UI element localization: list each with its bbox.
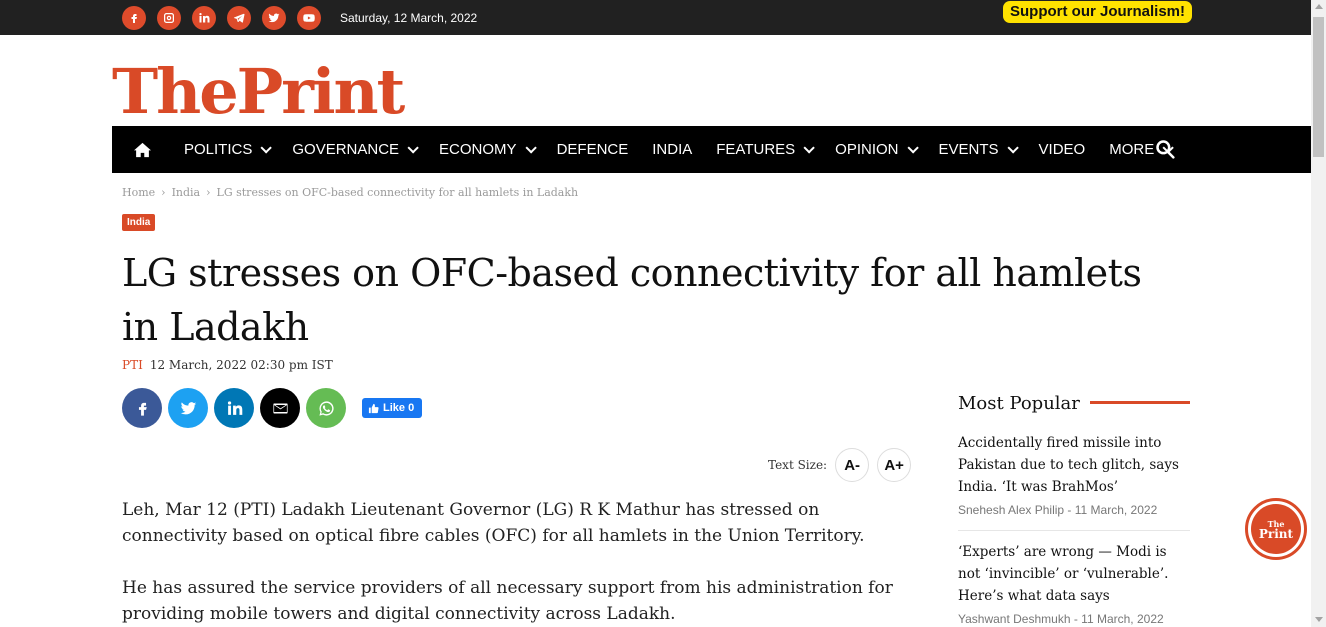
floating-logo-button[interactable]: The Print: [1245, 498, 1307, 560]
popular-item-date: 11 March, 2022: [1081, 612, 1164, 626]
divider: [958, 530, 1190, 531]
youtube-icon[interactable]: [297, 6, 321, 30]
nav-item-opinion[interactable]: OPINION: [823, 126, 926, 173]
chevron-down-icon: [906, 141, 919, 154]
chevron-down-icon: [1006, 141, 1019, 154]
linkedin-icon[interactable]: [192, 6, 216, 30]
popular-item-meta: Snehesh Alex Philip - 11 March, 2022: [958, 503, 1158, 517]
popular-item[interactable]: Accidentally fired missile into Pakistan…: [958, 432, 1183, 517]
nav-item-label: ECONOMY: [439, 141, 517, 158]
current-date: Saturday, 12 March, 2022: [340, 11, 478, 25]
instagram-icon[interactable]: [157, 6, 181, 30]
byline: PTI 12 March, 2022 02:30 pm IST: [122, 358, 333, 372]
author-link[interactable]: PTI: [122, 358, 143, 372]
popular-item-meta: Yashwant Deshmukh - 11 March, 2022: [958, 612, 1164, 626]
nav-item-label: GOVERNANCE: [292, 141, 400, 158]
scrollbar[interactable]: [1311, 0, 1326, 627]
breadcrumb-section[interactable]: India: [172, 186, 201, 199]
popular-item-date: 11 March, 2022: [1074, 503, 1158, 517]
heading-rule: [1090, 401, 1190, 404]
top-bar: Saturday, 12 March, 2022 Support our Jou…: [0, 0, 1311, 35]
popular-item-title[interactable]: ‘Experts’ are wrong — Modi is not ‘invin…: [958, 541, 1183, 607]
share-email-icon[interactable]: [260, 388, 300, 428]
floating-logo-print: Print: [1258, 527, 1294, 541]
logo-the: The: [112, 55, 239, 128]
text-size-label: Text Size:: [768, 458, 828, 472]
nav-item-label: DEFENCE: [556, 141, 629, 158]
telegram-icon[interactable]: [227, 6, 251, 30]
article-paragraph: He has assured the service providers of …: [122, 578, 893, 624]
chevron-down-icon: [525, 141, 537, 154]
chevron-down-icon: [407, 141, 419, 154]
article-paragraph: Leh, Mar 12 (PTI) Ladakh Lieutenant Gove…: [122, 500, 865, 546]
nav-item-label: FEATURES: [716, 141, 796, 158]
search-icon[interactable]: [1155, 139, 1177, 161]
breadcrumb-separator: ›: [161, 186, 166, 199]
category-badge[interactable]: India: [122, 214, 156, 231]
most-popular-heading: Most Popular: [958, 393, 1080, 414]
nav-item-label: OPINION: [835, 141, 899, 158]
main-nav: POLITICS GOVERNANCE ECONOMY DEFENCE INDIA FEA…: [112, 126, 1311, 173]
breadcrumb-home[interactable]: Home: [122, 186, 155, 199]
decrease-text-button[interactable]: A-: [835, 448, 870, 482]
site-logo[interactable]: ThePrint: [112, 55, 406, 128]
popular-item[interactable]: ‘Experts’ are wrong — Modi is not ‘invin…: [958, 541, 1183, 626]
floating-logo-badge: The Print: [1251, 504, 1301, 554]
nav-item-label: VIDEO: [1038, 141, 1086, 158]
facebook-icon[interactable]: [122, 6, 146, 30]
increase-text-button[interactable]: A+: [877, 448, 912, 482]
facebook-like-label: Like 0: [383, 402, 415, 414]
popular-item-author[interactable]: Yashwant Deshmukh: [958, 612, 1071, 626]
nav-item-politics[interactable]: POLITICS: [172, 126, 280, 173]
nav-item-features[interactable]: FEATURES: [704, 126, 823, 173]
breadcrumb-separator: ›: [206, 186, 211, 199]
publish-date: 12 March, 2022 02:30 pm IST: [149, 358, 333, 372]
scroll-up-icon[interactable]: [1315, 4, 1323, 9]
nav-item-events[interactable]: EVENTS: [927, 126, 1027, 173]
nav-item-india[interactable]: INDIA: [640, 126, 704, 173]
chevron-down-icon: [803, 141, 815, 154]
thumbs-up-icon: [368, 403, 379, 413]
home-icon[interactable]: [112, 126, 172, 173]
popular-item-author[interactable]: Snehesh Alex Philip: [958, 503, 1064, 517]
twitter-icon[interactable]: [262, 6, 286, 30]
logo-print: Print: [236, 55, 406, 128]
nav-item-defence[interactable]: DEFENCE: [545, 126, 641, 173]
popular-item-title[interactable]: Accidentally fired missile into Pakistan…: [958, 432, 1183, 498]
text-size-control: Text Size: A- A+: [768, 448, 912, 482]
share-twitter-icon[interactable]: [168, 388, 208, 428]
share-bar: Like 0: [122, 388, 423, 428]
nav-item-label: MORE: [1109, 141, 1155, 158]
article-headline: LG stresses on OFC-based connectivity fo…: [122, 251, 1142, 349]
breadcrumb-current: LG stresses on OFC-based connectivity fo…: [216, 186, 579, 199]
nav-item-video[interactable]: VIDEO: [1027, 126, 1098, 173]
breadcrumb: Home › India › LG stresses on OFC-based …: [122, 186, 578, 199]
share-facebook-icon[interactable]: [122, 388, 162, 428]
nav-item-label: INDIA: [652, 141, 693, 158]
nav-item-label: EVENTS: [938, 141, 999, 158]
facebook-like-button[interactable]: Like 0: [362, 398, 423, 418]
chevron-down-icon: [260, 141, 273, 154]
nav-item-label: POLITICS: [184, 141, 253, 158]
support-journalism-button[interactable]: Support our Journalism!: [1003, 1, 1193, 23]
share-whatsapp-icon[interactable]: [306, 388, 346, 428]
scroll-down-icon[interactable]: [1315, 617, 1323, 622]
scrollbar-thumb[interactable]: [1313, 17, 1324, 157]
nav-item-economy[interactable]: ECONOMY: [427, 126, 545, 173]
nav-item-governance[interactable]: GOVERNANCE: [280, 126, 427, 173]
social-links: [122, 6, 321, 30]
share-linkedin-icon[interactable]: [214, 388, 254, 428]
